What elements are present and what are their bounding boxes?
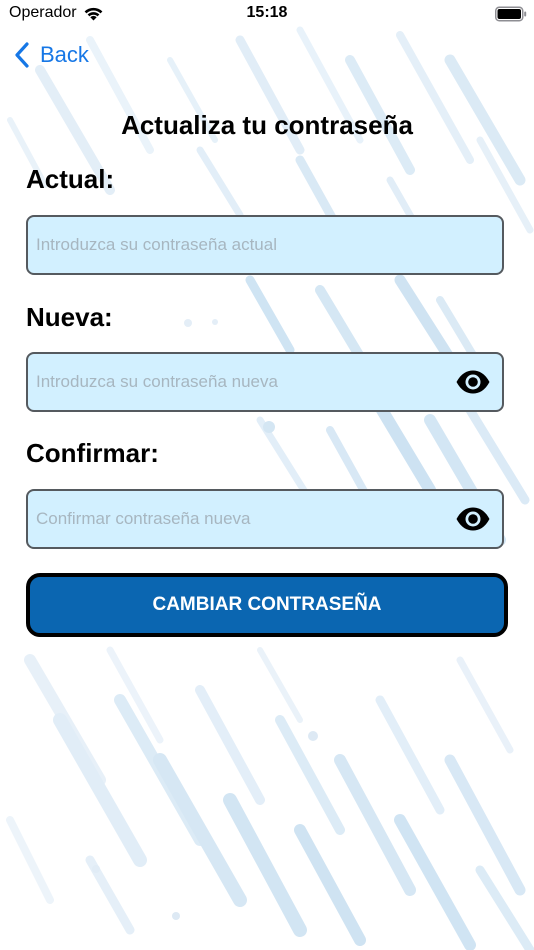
new-password-label: Nueva: <box>26 302 113 332</box>
eye-icon[interactable] <box>455 369 491 395</box>
status-time: 15:18 <box>246 4 288 21</box>
status-bar: Operador 15:18 <box>0 0 534 28</box>
current-password-input[interactable] <box>28 217 502 273</box>
chevron-left-icon <box>15 42 29 68</box>
change-password-button[interactable]: CAMBIAR CONTRASEÑA <box>26 573 508 637</box>
page-title: Actualiza tu contraseña <box>121 110 413 140</box>
new-password-container <box>26 352 504 412</box>
confirm-password-container <box>26 489 504 549</box>
back-label: Back <box>40 42 89 67</box>
battery-icon <box>495 6 527 22</box>
change-password-label: CAMBIAR CONTRASEÑA <box>152 594 382 615</box>
current-password-label: Actual: <box>26 164 115 194</box>
current-password-container <box>26 215 504 275</box>
confirm-password-label: Confirmar: <box>26 438 159 468</box>
new-password-input[interactable] <box>28 354 455 410</box>
back-button[interactable]: Back <box>14 38 89 72</box>
confirm-password-input[interactable] <box>28 491 455 547</box>
eye-icon[interactable] <box>455 506 491 532</box>
